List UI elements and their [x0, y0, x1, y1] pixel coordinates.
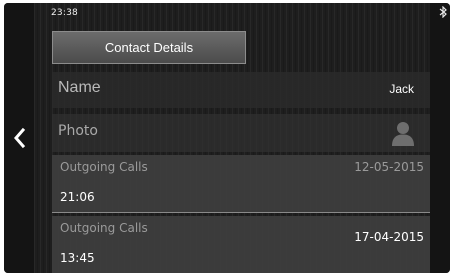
back-button[interactable]: [4, 113, 34, 163]
page-title: Contact Details: [52, 31, 246, 64]
name-value: Jack: [389, 82, 414, 96]
infotainment-screen: 23:38 Contact Details Name Jack Photo Ou…: [4, 3, 450, 273]
call-time: 21:06: [60, 190, 95, 204]
contact-photo-row[interactable]: Photo: [52, 114, 430, 152]
call-list-item[interactable]: Outgoing Calls 12-05-2015 21:06: [52, 155, 430, 213]
call-type: Outgoing Calls: [60, 221, 148, 235]
person-silhouette-icon: [392, 122, 414, 146]
name-label: Name: [58, 79, 101, 96]
call-list-item[interactable]: Outgoing Calls 17-04-2015 13:45: [52, 216, 430, 273]
call-date: 17-04-2015: [354, 230, 424, 244]
chevron-left-icon: [14, 127, 26, 149]
bluetooth-icon: [439, 6, 447, 18]
contact-name-row: Name Jack: [52, 72, 430, 108]
call-time: 13:45: [60, 251, 95, 265]
call-date: 12-05-2015: [354, 160, 424, 174]
right-side-bar: [430, 3, 450, 273]
call-type: Outgoing Calls: [60, 160, 148, 174]
status-time: 23:38: [51, 8, 78, 18]
photo-label: Photo: [58, 123, 98, 139]
